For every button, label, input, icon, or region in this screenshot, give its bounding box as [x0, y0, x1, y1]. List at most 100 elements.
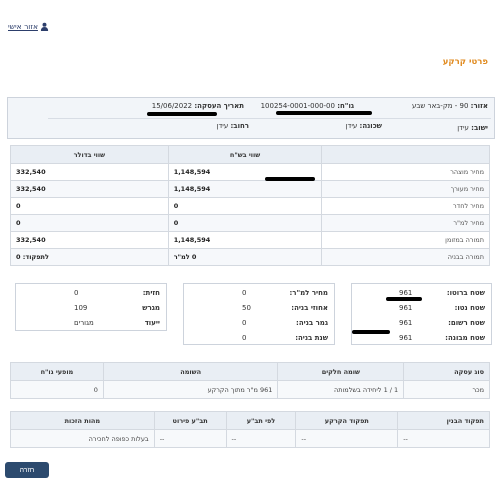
plot-details-box: חזית: 0 מגרש 109 ייעוד מגורים: [15, 283, 167, 331]
detail-row: שטח רשום: 961: [352, 315, 491, 331]
top-bar: אזור אישי: [0, 0, 500, 44]
column-header: תב"ע פירוט: [153, 411, 227, 430]
area-field: אזור: 90 - מק-באר שבע: [412, 102, 488, 110]
column-header: שווי בש"ח: [167, 145, 323, 164]
personal-area-link[interactable]: אזור אישי: [8, 22, 49, 31]
table-cell: --: [295, 429, 399, 448]
detail-value: 0: [242, 289, 247, 297]
deal-info-box: אזור: 90 - מק-באר שבע גו"ח: 100254-0001-…: [7, 97, 495, 139]
value-usd: 0: [10, 214, 169, 232]
redaction-mark: [265, 177, 315, 181]
page-title: פרטי קרקע: [442, 57, 488, 67]
detail-row: גמר בניה: 0: [184, 315, 334, 331]
row-label: מחיר מעורך: [321, 180, 490, 198]
detail-value: 0: [242, 319, 247, 327]
detail-label: אחוזי בניה:: [291, 304, 328, 312]
table-row: תמורה במזומן 1,148,594 332,540: [10, 231, 490, 249]
column-header: לפי תב"ע: [225, 411, 297, 430]
column-header: סוג עסקה: [403, 362, 490, 381]
table-row: תמורה בבניה 0 למ"ר לתפקוד: 0: [10, 248, 490, 266]
value-usd: 332,540: [10, 180, 169, 198]
value-usd: 332,540: [10, 231, 169, 249]
detail-label: חזית:: [142, 289, 160, 297]
detail-label: שטח ברוטו:: [446, 289, 485, 297]
value-ils: 1,148,594: [167, 180, 323, 198]
column-header: תפקוד הבנין: [397, 411, 490, 430]
detail-row: שנת בניה: 0: [184, 330, 334, 346]
person-icon: [40, 22, 49, 31]
redaction-mark: [276, 111, 372, 115]
detail-value: 109: [74, 304, 88, 312]
detail-label: גמר בניה:: [296, 319, 328, 327]
row-label: תמורה במזומן: [321, 231, 490, 249]
table-cell: --: [397, 429, 490, 448]
values-table: שווי בש"ח שווי בדולר מחיר מוצהר 1,148,59…: [10, 145, 490, 266]
redaction-mark: [352, 330, 390, 334]
column-header: שווי בדולר: [10, 145, 169, 164]
deal-table: סוג עסקה שומה חלקים השומה מופעי גו"ח מכר…: [10, 362, 490, 399]
personal-area-label[interactable]: אזור אישי: [8, 22, 38, 31]
table-row: מחיר מעורך 1,148,594 332,540: [10, 180, 490, 198]
settlement-field: ישוב: עידן: [457, 124, 488, 132]
detail-row: שטח נטו: 961: [352, 300, 491, 316]
column-header: השומה: [102, 362, 279, 381]
building-details-box: מחיר למ"ר: 0 אחוזי בניה: 50 גמר בניה: 0 …: [183, 283, 335, 345]
table-row: מחיר לחדר 0 0: [10, 197, 490, 215]
detail-row: אחוזי בניה: 50: [184, 300, 334, 316]
table-header-row: סוג עסקה שומה חלקים השומה מופעי גו"ח: [10, 362, 490, 381]
table-cell: --: [225, 429, 297, 448]
building-table: תפקוד הבנין תפקוד הקרקע לפי תב"ע תב"ע פי…: [10, 411, 490, 448]
detail-label: ייעוד: [144, 319, 160, 327]
redaction-mark: [386, 297, 422, 301]
table-row: -- -- -- -- בעלות כפופה לחכירה: [10, 429, 490, 448]
neighborhood-field: שכונה: עידן: [346, 122, 382, 130]
value-ils: 0 למ"ר: [167, 248, 323, 266]
settlement-label: ישוב:: [471, 124, 488, 132]
table-header-row: שווי בש"ח שווי בדולר: [10, 145, 490, 164]
detail-value: 0: [74, 289, 79, 297]
row-label: תמורה בבניה: [321, 248, 490, 266]
detail-label: שטח מבונה:: [445, 334, 485, 342]
table-header-row: תפקוד הבנין תפקוד הקרקע לפי תב"ע תב"ע פי…: [10, 411, 490, 430]
column-header: מהות הזכות: [10, 411, 155, 430]
detail-value: 961: [399, 304, 413, 312]
value-usd: 0: [10, 197, 169, 215]
table-cell: בעלות כפופה לחכירה: [10, 429, 155, 448]
block-field: גו"ח: 100254-0001-000-00: [261, 102, 354, 110]
detail-row: מגרש 109: [16, 300, 166, 316]
detail-label: מגרש: [142, 304, 160, 312]
table-cell: 0: [10, 380, 104, 399]
table-cell: 1 / 1 ליחידה בשלמותה: [277, 380, 405, 399]
detail-label: שטח נטו:: [454, 304, 485, 312]
deal-date-label: תאריך העסקה:: [194, 102, 244, 110]
detail-row: מחיר למ"ר: 0: [184, 285, 334, 301]
deal-date-value: 15/06/2022: [151, 102, 193, 110]
table-cell: --: [153, 429, 227, 448]
area-details-box: שטח ברוטו: 961 שטח נטו: 961 שטח רשום: 96…: [351, 283, 492, 345]
deal-date-field: תאריך העסקה: 15/06/2022: [152, 102, 244, 110]
column-header: מופעי גו"ח: [10, 362, 104, 381]
street-value: עידן: [216, 122, 229, 130]
detail-value: 0: [242, 334, 247, 342]
area-value: 90 - מק-באר שבע: [412, 102, 469, 110]
divider: [48, 118, 491, 119]
value-ils: 0: [167, 214, 323, 232]
area-label: אזור:: [470, 102, 488, 110]
row-label: מחיר למ"ר: [321, 214, 490, 232]
value-usd: לתפקוד: 0: [10, 248, 169, 266]
back-button[interactable]: חזרה: [5, 462, 49, 478]
detail-value: מגורים: [74, 319, 94, 327]
table-row: מחיר למ"ר 0 0: [10, 214, 490, 232]
detail-value: 50: [242, 304, 251, 312]
street-field: רחוב: עידן: [217, 122, 249, 130]
detail-label: שנת בניה:: [295, 334, 328, 342]
detail-value: 961: [399, 319, 413, 327]
column-header: תפקוד הקרקע: [295, 411, 399, 430]
table-cell: מכר: [403, 380, 490, 399]
value-usd: 332,540: [10, 163, 169, 181]
detail-value: 961: [399, 334, 413, 342]
redaction-mark: [147, 112, 217, 116]
row-label: מחיר לחדר: [321, 197, 490, 215]
column-header: שומה חלקים: [277, 362, 405, 381]
settlement-value: עידן: [457, 124, 469, 132]
